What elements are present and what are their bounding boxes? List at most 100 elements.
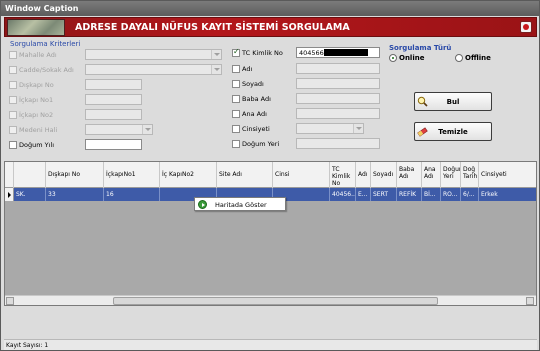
- grid-header-cell: [14, 162, 46, 188]
- table-cell: E...: [356, 188, 371, 201]
- ickapi1-input[interactable]: [85, 94, 142, 105]
- ickapi1-label: İçkapı No1: [19, 96, 54, 104]
- soyadi-checkbox[interactable]: [232, 80, 240, 88]
- grid-header-cell[interactable]: İçkapıNo1: [104, 162, 160, 188]
- baba-label: Baba Adı: [242, 95, 271, 103]
- table-cell: SK.: [14, 188, 46, 201]
- adi-label: Adı: [242, 65, 253, 73]
- mahalle-label: Mahalle Adı: [19, 51, 57, 59]
- chevron-down-icon: [353, 124, 363, 133]
- baba-input[interactable]: [296, 93, 380, 104]
- grid-header-cell[interactable]: Doğ Tarih: [461, 162, 479, 188]
- grid-header-cell[interactable]: Site Adı: [217, 162, 273, 188]
- offline-label: Offline: [465, 54, 491, 62]
- grid-header-cell[interactable]: TC Kimlik No: [330, 162, 356, 188]
- table-cell: Bİ...: [422, 188, 441, 201]
- row-pointer-icon: [5, 188, 14, 201]
- table-cell: RO...: [441, 188, 461, 201]
- query-type-title: Sorgulama Türü: [389, 44, 452, 52]
- online-label: Online: [399, 54, 425, 62]
- cadde-label: Cadde/Sokak Adı: [19, 66, 74, 74]
- diskapi-label: Dışkapı No: [19, 81, 54, 89]
- soyadi-label: Soyadı: [242, 80, 264, 88]
- grid-header-cell[interactable]: Baba Adı: [397, 162, 422, 188]
- baba-checkbox[interactable]: [232, 95, 240, 103]
- grid-header-cell[interactable]: Cinsiyeti: [479, 162, 536, 188]
- cinsiyeti-label: Cinsiyeti: [242, 125, 270, 133]
- chevron-down-icon: [211, 65, 221, 74]
- grid-header-cell[interactable]: Cinsi: [273, 162, 330, 188]
- dogum-yili-label: Doğum Yılı: [19, 141, 55, 149]
- medeni-select[interactable]: [85, 124, 153, 135]
- map-logo-icon: [7, 19, 65, 36]
- grid-header-cell[interactable]: İç KapıNo2: [160, 162, 217, 188]
- mahalle-select[interactable]: [85, 49, 222, 60]
- clear-button-label: Temizle: [438, 128, 468, 136]
- context-menu: Haritada Göster: [194, 197, 286, 211]
- grid-header-cell: [5, 162, 14, 188]
- mahalle-checkbox[interactable]: [9, 51, 17, 59]
- ickapi2-checkbox[interactable]: [9, 111, 17, 119]
- chevron-down-icon: [142, 125, 152, 134]
- soyadi-input[interactable]: [296, 78, 380, 89]
- header-title: ADRESE DAYALI NÜFUS KAYIT SİSTEMİ SORGUL…: [75, 22, 350, 33]
- ana-input[interactable]: [296, 108, 380, 119]
- online-radio[interactable]: [389, 54, 397, 62]
- dogum-yeri-label: Doğum Yeri: [242, 140, 280, 148]
- cinsiyeti-select[interactable]: [296, 123, 364, 134]
- dogum-yeri-input[interactable]: [296, 138, 380, 149]
- tc-checkbox[interactable]: [232, 47, 240, 57]
- status-bar: Kayıt Sayısı: 1: [4, 339, 537, 350]
- context-menu-item[interactable]: Haritada Göster: [215, 201, 267, 209]
- grid-header-cell[interactable]: Doğum Yeri: [441, 162, 461, 188]
- table-cell: Erkek: [481, 191, 498, 198]
- adi-checkbox[interactable]: [232, 65, 240, 73]
- main-window: Window Caption ADRESE DAYALI NÜFUS KAYIT…: [0, 0, 540, 351]
- grid-header-cell[interactable]: Adı: [356, 162, 371, 188]
- app-header: ADRESE DAYALI NÜFUS KAYIT SİSTEMİ SORGUL…: [4, 17, 537, 37]
- tc-input[interactable]: 404566: [296, 47, 380, 58]
- grid-header-cell[interactable]: Dışkapı No: [46, 162, 104, 188]
- ana-label: Ana Adı: [242, 110, 267, 118]
- cadde-select[interactable]: [85, 64, 222, 75]
- table-cell: REFİK: [397, 188, 422, 201]
- search-button-label: Bul: [446, 98, 460, 106]
- adi-input[interactable]: [296, 63, 380, 74]
- table-cell: 40456...: [330, 188, 356, 201]
- ana-checkbox[interactable]: [232, 110, 240, 118]
- dogum-yili-input[interactable]: [85, 139, 142, 150]
- horizontal-scrollbar[interactable]: [5, 295, 536, 305]
- tc-label: TC Kimlik No: [242, 49, 283, 57]
- cadde-checkbox[interactable]: [9, 66, 17, 74]
- close-icon[interactable]: [520, 21, 532, 33]
- ickapi2-label: İçkapı No2: [19, 111, 54, 119]
- diskapi-checkbox[interactable]: [9, 81, 17, 89]
- table-cell: 33: [46, 188, 104, 201]
- tc-input-value: 404566: [299, 49, 324, 57]
- medeni-label: Medeni Hali: [19, 126, 58, 134]
- search-button[interactable]: Bul: [414, 92, 492, 111]
- scroll-left-arrow[interactable]: [6, 297, 14, 305]
- redacted-block: [323, 49, 368, 56]
- ickapi2-input[interactable]: [85, 109, 142, 120]
- scroll-thumb[interactable]: [113, 297, 438, 305]
- grid-header: Dışkapı No İçkapıNo1 İç KapıNo2 Site Adı…: [5, 162, 536, 188]
- cinsiyeti-checkbox[interactable]: [232, 125, 240, 133]
- dogum-yili-checkbox[interactable]: [9, 141, 17, 149]
- grid-header-cell[interactable]: Ana Adı: [422, 162, 441, 188]
- chevron-down-icon: [211, 50, 221, 59]
- ickapi1-checkbox[interactable]: [9, 96, 17, 104]
- window-titlebar: Window Caption: [1, 1, 539, 16]
- results-grid[interactable]: Dışkapı No İçkapıNo1 İç KapıNo2 Site Adı…: [4, 161, 537, 306]
- clear-button[interactable]: Temizle: [414, 122, 492, 141]
- diskapi-input[interactable]: [85, 79, 142, 90]
- table-cell: 16: [104, 188, 160, 201]
- criteria-group-title: Sorgulama Kriterleri: [10, 40, 81, 48]
- table-cell: 6/...: [461, 188, 479, 201]
- offline-radio[interactable]: [455, 54, 463, 62]
- dogum-yeri-checkbox[interactable]: [232, 140, 240, 148]
- grid-header-cell[interactable]: Soyadı: [371, 162, 397, 188]
- table-cell: SERT: [371, 188, 397, 201]
- medeni-checkbox[interactable]: [9, 126, 17, 134]
- scroll-right-arrow[interactable]: [526, 297, 534, 305]
